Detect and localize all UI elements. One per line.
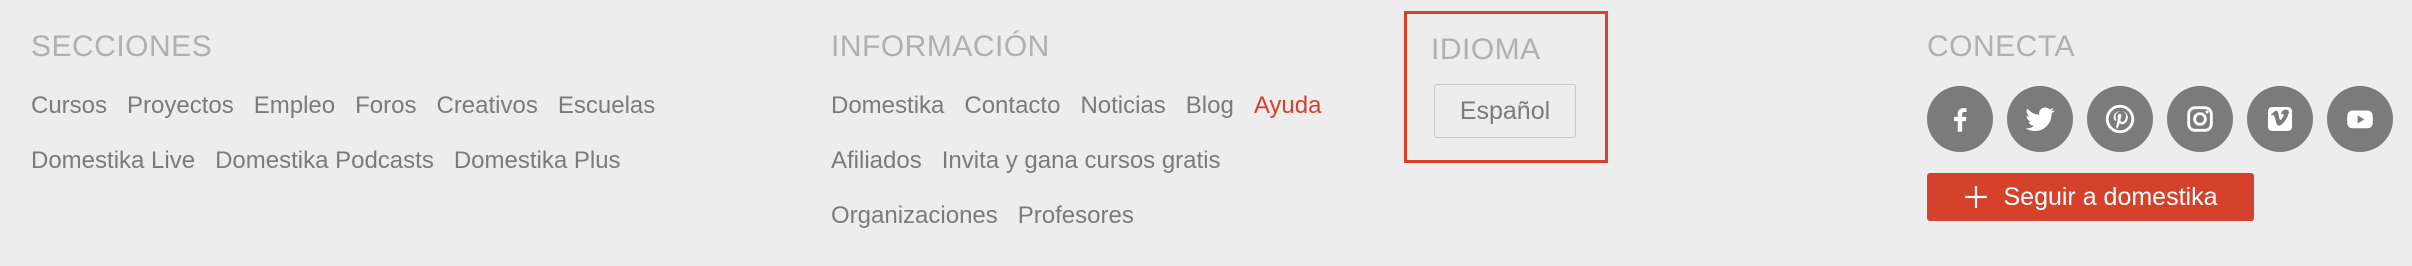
link-ayuda[interactable]: Ayuda [1254,92,1322,119]
link-organizaciones[interactable]: Organizaciones [831,202,998,229]
link-domestika-podcasts[interactable]: Domestika Podcasts [215,147,434,174]
follow-button[interactable]: Seguir a domestika [1927,173,2254,221]
instagram-icon[interactable] [2167,86,2233,152]
informacion-row-3: Organizaciones Profesores [831,202,1154,230]
link-profesores[interactable]: Profesores [1018,202,1134,229]
link-noticias[interactable]: Noticias [1080,92,1165,119]
conecta-heading: CONECTA [1927,30,2075,63]
informacion-heading: INFORMACIÓN [831,30,1050,63]
link-afiliados[interactable]: Afiliados [831,147,922,174]
pinterest-icon[interactable] [2087,86,2153,152]
link-empleo[interactable]: Empleo [254,92,335,119]
secciones-row-1: Cursos Proyectos Empleo Foros Creativos Escue… [31,92,675,120]
social-icons [1927,86,2393,152]
link-proyectos[interactable]: Proyectos [127,92,234,119]
vimeo-icon[interactable] [2247,86,2313,152]
follow-button-label: Seguir a domestika [2003,182,2218,211]
link-contacto[interactable]: Contacto [964,92,1060,119]
idioma-heading: IDIOMA [1431,33,1541,66]
link-domestika-plus[interactable]: Domestika Plus [454,147,621,174]
facebook-icon[interactable] [1927,86,1993,152]
link-invita[interactable]: Invita y gana cursos gratis [942,147,1221,174]
link-domestika-live[interactable]: Domestika Live [31,147,195,174]
informacion-row-1: Domestika Contacto Noticias Blog Ayuda [831,92,1341,120]
secciones-row-2: Domestika Live Domestika Podcasts Domestik… [31,147,641,175]
youtube-icon[interactable] [2327,86,2393,152]
link-cursos[interactable]: Cursos [31,92,107,119]
link-foros[interactable]: Foros [355,92,416,119]
secciones-heading: SECCIONES [31,30,213,63]
link-creativos[interactable]: Creativos [436,92,537,119]
informacion-row-2: Afiliados Invita y gana cursos gratis [831,147,1241,175]
idioma-highlight-box: IDIOMA Español [1404,11,1608,163]
language-select-button[interactable]: Español [1434,84,1576,138]
plus-icon [1965,186,1988,208]
twitter-icon[interactable] [2007,86,2073,152]
link-domestika[interactable]: Domestika [831,92,944,119]
link-escuelas[interactable]: Escuelas [558,92,655,119]
link-blog[interactable]: Blog [1186,92,1234,119]
